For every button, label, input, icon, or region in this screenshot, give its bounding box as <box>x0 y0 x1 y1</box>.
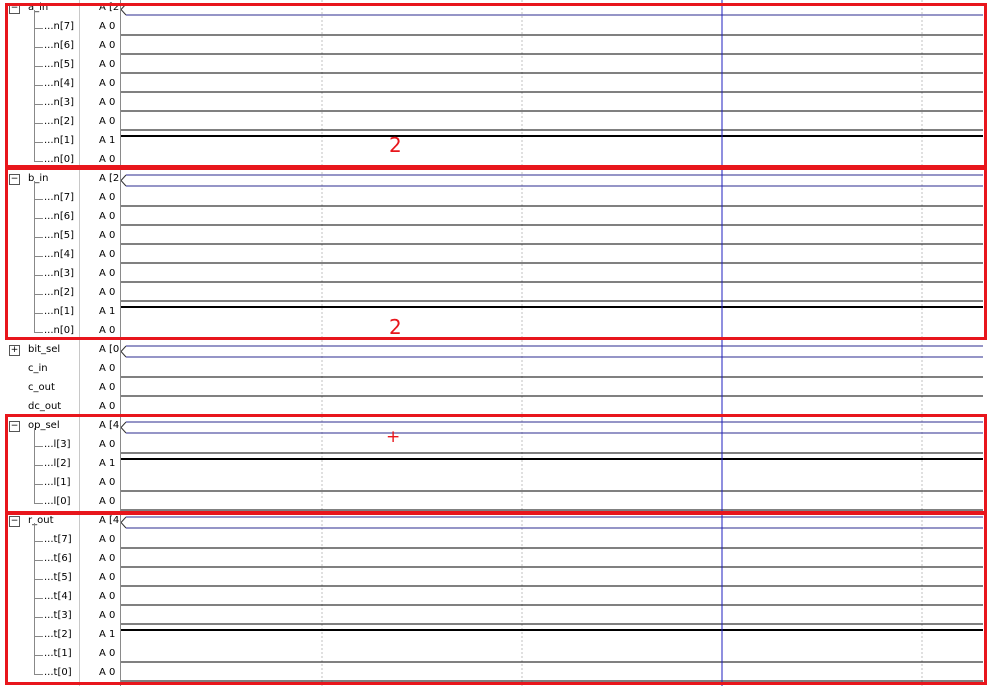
signal-row[interactable]: c_out A 0 <box>0 380 120 399</box>
highlight-box-op-sel <box>5 414 987 514</box>
signal-name: c_out <box>28 382 55 393</box>
annotation-op-sel-symbol: + <box>386 427 401 447</box>
highlight-box-a-in <box>5 3 987 168</box>
annotation-a-in-value: 2 <box>389 133 402 157</box>
signal-name: dc_out <box>28 401 62 412</box>
signal-value: A 0 <box>99 401 116 412</box>
signal-value: A 0 <box>99 363 116 374</box>
signal-row[interactable]: + bit_sel A [0 <box>0 342 120 361</box>
signal-value: A 0 <box>99 382 116 393</box>
signal-value: A [0 <box>99 344 120 355</box>
signal-name: bit_sel <box>28 344 61 355</box>
bus-waveform <box>120 345 983 358</box>
highlight-box-r-out <box>5 512 987 685</box>
highlight-box-b-in <box>5 167 987 340</box>
signal-name: c_in <box>28 363 48 374</box>
annotation-b-in-value: 2 <box>389 315 402 339</box>
expand-icon[interactable]: + <box>9 345 20 356</box>
signal-row[interactable]: c_in A 0 <box>0 361 120 380</box>
